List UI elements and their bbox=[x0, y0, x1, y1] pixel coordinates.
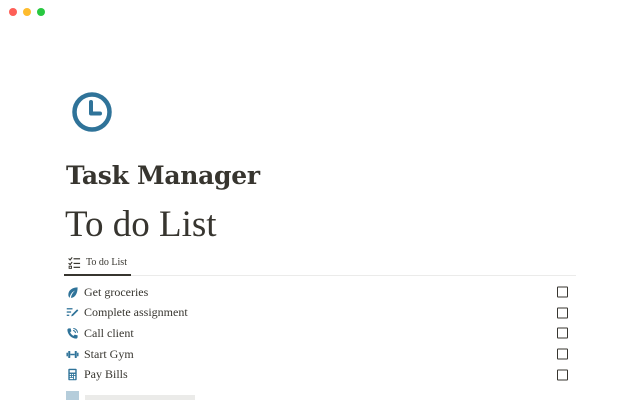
tab-label: To do List bbox=[86, 256, 127, 268]
tab-to-do-list[interactable]: To do List bbox=[64, 250, 131, 276]
clock-icon[interactable] bbox=[70, 90, 114, 134]
list-item[interactable]: Get groceries bbox=[64, 282, 576, 303]
calculator-icon bbox=[68, 368, 77, 381]
list-item[interactable]: Complete assignment bbox=[64, 303, 576, 324]
list-item-label: Start Gym bbox=[84, 346, 134, 361]
dumbbell-icon bbox=[66, 350, 79, 358]
list-item-label: Complete assignment bbox=[84, 305, 188, 320]
list-item[interactable]: Pay Bills bbox=[64, 364, 576, 385]
task-checkbox[interactable] bbox=[557, 286, 568, 298]
list-item-label: Get groceries bbox=[84, 284, 149, 299]
window-controls bbox=[9, 8, 45, 16]
database-title[interactable]: To do List bbox=[65, 203, 217, 247]
app-window: Task Manager To do List To do List Get g… bbox=[0, 0, 640, 400]
zoom-window-button[interactable] bbox=[37, 8, 45, 16]
leaf-icon bbox=[68, 287, 78, 298]
pencil-lines-icon bbox=[66, 308, 79, 317]
task-checkbox[interactable] bbox=[557, 369, 568, 381]
list-item[interactable]: Call client bbox=[64, 323, 576, 344]
faded-next-row bbox=[66, 391, 195, 400]
minimize-window-button[interactable] bbox=[23, 8, 31, 16]
phone-icon bbox=[67, 327, 79, 339]
close-window-button[interactable] bbox=[9, 8, 17, 16]
view-tab-bar: To do List bbox=[64, 250, 576, 276]
task-checkbox[interactable] bbox=[557, 327, 568, 339]
checklist-icon bbox=[68, 256, 81, 269]
scroll-fade-hint bbox=[64, 385, 264, 400]
list-item[interactable]: Start Gym bbox=[64, 344, 576, 365]
task-checkbox[interactable] bbox=[557, 348, 568, 360]
page-title[interactable]: Task Manager bbox=[66, 158, 260, 194]
list-item-label: Pay Bills bbox=[84, 367, 128, 382]
todo-list: Get groceries Complete assignment Call c… bbox=[64, 282, 576, 385]
list-item-label: Call client bbox=[84, 325, 134, 340]
task-checkbox[interactable] bbox=[557, 307, 568, 319]
